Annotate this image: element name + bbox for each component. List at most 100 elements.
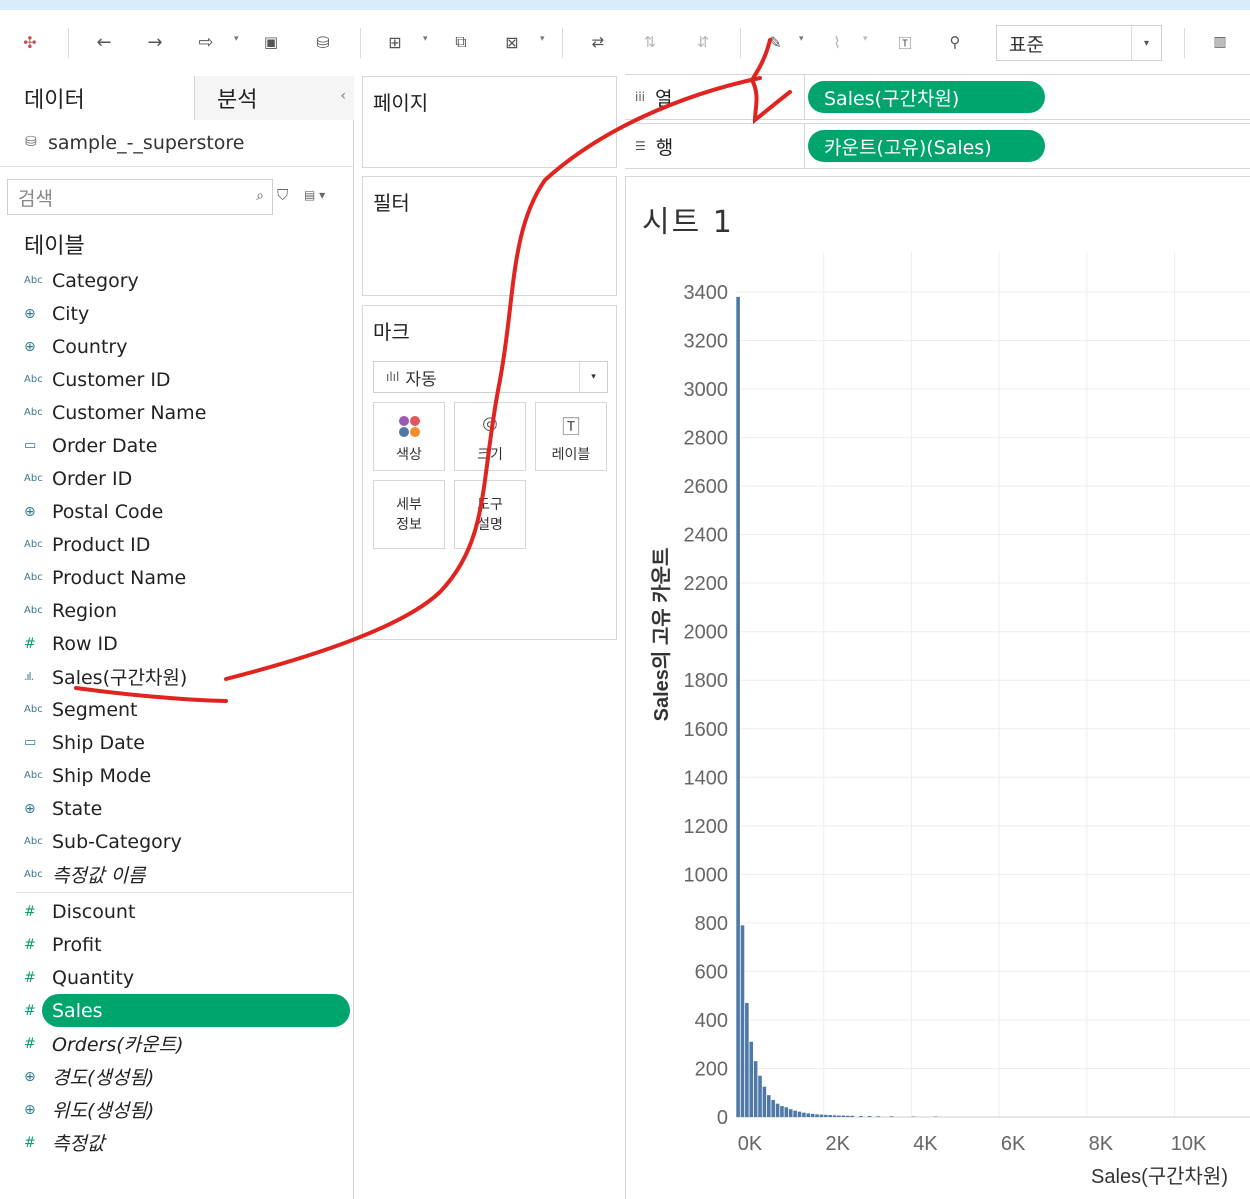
field-ship-mode[interactable]: Abc Ship Mode: [0, 759, 354, 792]
histogram-bar[interactable]: [753, 1061, 758, 1117]
highlight-icon[interactable]: ✎: [761, 30, 789, 54]
redo-icon[interactable]: →: [141, 30, 169, 54]
histogram-bar[interactable]: [749, 1041, 754, 1117]
pin-icon[interactable]: ⚲: [941, 30, 969, 54]
color-button[interactable]: 색상: [373, 402, 445, 471]
histogram-bar[interactable]: [824, 1114, 828, 1117]
histogram-bar[interactable]: [841, 1115, 846, 1117]
field-ship-date[interactable]: ▭ Ship Date: [0, 726, 354, 759]
histogram-bar[interactable]: [758, 1075, 762, 1117]
histogram-bar[interactable]: [815, 1114, 819, 1117]
chevron-down-icon[interactable]: ▾: [1131, 26, 1161, 60]
swap-rows-columns-icon[interactable]: ⇄: [584, 30, 612, 54]
save-icon[interactable]: ▣: [257, 30, 285, 54]
histogram-bar[interactable]: [736, 296, 740, 1118]
chevron-down-icon[interactable]: ▾: [234, 34, 239, 44]
histogram-bar[interactable]: [859, 1116, 863, 1117]
new-datasource-icon[interactable]: ⛁: [309, 30, 337, 54]
histogram-bar[interactable]: [867, 1116, 872, 1117]
field-sales[interactable]: # Sales: [0, 994, 354, 1027]
histogram-bar[interactable]: [876, 1116, 881, 1117]
show-me-icon[interactable]: ▥: [1206, 30, 1234, 54]
field-city[interactable]: ⊕ City: [0, 297, 354, 330]
collapse-pane-icon[interactable]: ‹: [340, 88, 346, 104]
histogram-bar[interactable]: [828, 1115, 832, 1117]
histogram-bar[interactable]: [762, 1086, 767, 1117]
histogram-bar[interactable]: [845, 1115, 850, 1117]
histogram-bar[interactable]: [745, 1002, 749, 1117]
histogram-bar[interactable]: [889, 1116, 894, 1117]
histogram-bar[interactable]: [780, 1106, 784, 1117]
histogram-bar[interactable]: [819, 1114, 824, 1117]
chevron-down-icon[interactable]: ▾: [579, 362, 607, 392]
field-product-id[interactable]: Abc Product ID: [0, 528, 354, 561]
filters-card[interactable]: 필터: [362, 176, 617, 296]
new-worksheet-icon[interactable]: ⊞: [381, 30, 409, 54]
field-product-name[interactable]: Abc Product Name: [0, 561, 354, 594]
field-측정값[interactable]: # 측정값: [0, 1126, 354, 1159]
swap-icon[interactable]: ⇨: [192, 30, 220, 54]
chevron-down-icon[interactable]: ▾: [423, 34, 428, 44]
view-options-icon[interactable]: ▤ ▾: [304, 188, 325, 202]
chevron-down-icon[interactable]: ▾: [863, 34, 868, 44]
tooltip-button[interactable]: 도구 설명: [454, 480, 526, 549]
size-button[interactable]: ◎ 크기: [454, 402, 526, 471]
histogram-bar[interactable]: [810, 1113, 815, 1117]
histogram-bar[interactable]: [771, 1100, 775, 1117]
field-customer-id[interactable]: Abc Customer ID: [0, 363, 354, 396]
field-위도-생성됨[interactable]: ⊕ 위도(생성됨): [0, 1093, 354, 1126]
histogram-bar[interactable]: [767, 1095, 771, 1117]
fit-select[interactable]: 표준 ▾: [996, 25, 1162, 61]
datasource-item[interactable]: ⛁ sample_-_superstore: [22, 132, 244, 154]
field-경도-생성됨[interactable]: ⊕ 경도(생성됨): [0, 1060, 354, 1093]
sort-ascending-icon[interactable]: ⇅: [636, 30, 664, 54]
field-postal-code[interactable]: ⊕ Postal Code: [0, 495, 354, 528]
field-discount[interactable]: # Discount: [0, 895, 354, 928]
histogram-bar[interactable]: [797, 1111, 802, 1117]
undo-icon[interactable]: ←: [90, 30, 118, 54]
histogram-bar[interactable]: [740, 925, 745, 1117]
field-segment[interactable]: Abc Segment: [0, 693, 354, 726]
mark-type-select[interactable]: ılıl 자동 ▾: [373, 361, 608, 393]
duplicate-sheet-icon[interactable]: ⧉: [447, 30, 475, 54]
histogram-bar[interactable]: [850, 1115, 854, 1117]
rows-shelf[interactable]: ☰ 행 카운트(고유)(Sales): [625, 123, 1250, 169]
search-input[interactable]: 검색 ⌕: [7, 179, 273, 215]
histogram-bar[interactable]: [784, 1107, 789, 1117]
label-icon[interactable]: 🅃: [891, 30, 919, 54]
detail-button[interactable]: 세부 정보: [373, 480, 445, 549]
pages-card[interactable]: 페이지: [362, 76, 617, 168]
group-icon[interactable]: ⌇: [823, 30, 851, 54]
columns-pill[interactable]: Sales(구간차원): [808, 81, 1045, 113]
histogram-chart[interactable]: 0 200 400 600 800 1000 1200 1400 1600 1800 2000 220…: [626, 177, 1250, 1199]
histogram-bar[interactable]: [802, 1112, 806, 1117]
chevron-down-icon[interactable]: ▾: [799, 34, 804, 44]
tableau-logo-icon[interactable]: ✣: [16, 30, 44, 54]
field-order-date[interactable]: ▭ Order Date: [0, 429, 354, 462]
histogram-bar[interactable]: [788, 1109, 793, 1117]
field-country[interactable]: ⊕ Country: [0, 330, 354, 363]
histogram-bar[interactable]: [775, 1103, 780, 1117]
tab-data[interactable]: 데이터: [0, 76, 194, 120]
histogram-bar[interactable]: [793, 1110, 797, 1117]
field-측정값-이름[interactable]: Abc 측정값 이름: [0, 858, 354, 891]
field-customer-name[interactable]: Abc Customer Name: [0, 396, 354, 429]
field-row-id[interactable]: # Row ID: [0, 627, 354, 660]
sort-descending-icon[interactable]: ⇵: [689, 30, 717, 54]
rows-pill[interactable]: 카운트(고유)(Sales): [808, 130, 1045, 162]
field-category[interactable]: Abc Category: [0, 264, 354, 297]
filter-icon[interactable]: ⛉: [277, 186, 288, 204]
field-quantity[interactable]: # Quantity: [0, 961, 354, 994]
field-profit[interactable]: # Profit: [0, 928, 354, 961]
clear-sheet-icon[interactable]: ⊠: [498, 30, 526, 54]
field-sales-구간차원[interactable]: .ıl. Sales(구간차원): [0, 660, 354, 693]
field-order-id[interactable]: Abc Order ID: [0, 462, 354, 495]
columns-shelf[interactable]: iii 열 Sales(구간차원): [625, 74, 1250, 120]
histogram-bar[interactable]: [837, 1115, 841, 1117]
field-sub-category[interactable]: Abc Sub-Category: [0, 825, 354, 858]
tab-analysis[interactable]: 분석 ‹: [194, 76, 354, 120]
field-orders-카운트[interactable]: # Orders(카운트): [0, 1027, 354, 1060]
field-region[interactable]: Abc Region: [0, 594, 354, 627]
field-state[interactable]: ⊕ State: [0, 792, 354, 825]
histogram-bar[interactable]: [832, 1115, 837, 1117]
